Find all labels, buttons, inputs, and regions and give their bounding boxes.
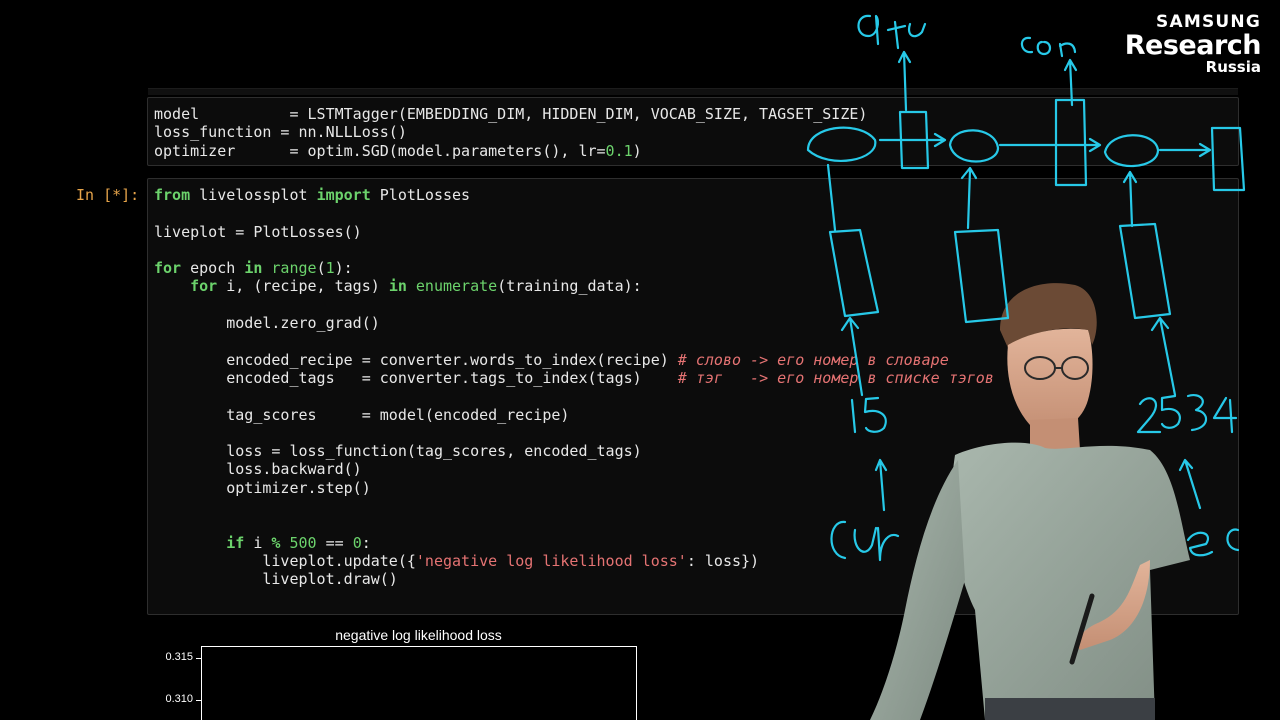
code-line: for epoch in range(1):: [154, 259, 353, 277]
code-comment: # тэг -> его номер в списке тэгов: [677, 368, 994, 387]
code-keyword: if: [226, 533, 245, 552]
code-line: encoded_recipe = converter.words_to_inde…: [154, 351, 949, 369]
y-tick-mark: [196, 658, 201, 659]
code-token: loss = loss_function(tag_scores, encoded…: [154, 442, 642, 461]
code-line: optimizer = optim.SGD(model.parameters()…: [154, 142, 642, 160]
code-line: liveplot = PlotLosses(): [154, 223, 362, 241]
code-line: model = LSTMTagger(EMBEDDING_DIM, HIDDEN…: [154, 105, 867, 123]
code-lines: model = LSTMTagger(EMBEDDING_DIM, HIDDEN…: [154, 105, 867, 160]
code-keyword: import: [316, 186, 371, 204]
chart-plot-area: [201, 646, 637, 720]
code-token: liveplot.update({: [154, 551, 416, 570]
previous-cell-edge: [148, 88, 1238, 95]
code-keyword: for: [154, 259, 182, 278]
code-comment: # слово -> его номер в словаре: [677, 350, 949, 369]
code-token: ):: [334, 259, 353, 278]
code-token: encoded_recipe = converter.words_to_inde…: [154, 350, 678, 369]
code-line: liveplot.update({'negative log likelihoo…: [154, 552, 759, 570]
code-token: ==: [316, 533, 353, 552]
code-cell-training-loop[interactable]: from livelossplot import PlotLosses live…: [147, 178, 1239, 615]
y-tick-mark: [196, 700, 201, 701]
code-keyword: from: [154, 186, 191, 204]
code-token: model = LSTMTagger(EMBEDDING_DIM, HIDDEN…: [154, 105, 868, 123]
code-line: encoded_tags = converter.tags_to_index(t…: [154, 369, 994, 387]
code-line: loss_function = nn.NLLLoss(): [154, 123, 407, 141]
code-token: i, (recipe, tags): [217, 277, 389, 296]
code-line: if i % 500 == 0:: [154, 534, 371, 552]
code-token: optimizer.step(): [154, 478, 371, 497]
code-token: :: [361, 533, 371, 552]
code-token: loss.backward(): [154, 460, 362, 479]
code-line: optimizer.step(): [154, 479, 371, 497]
code-lines: from livelossplot import PlotLosses live…: [154, 186, 994, 589]
code-keyword: in: [388, 277, 407, 296]
code-token: tag_scores = model(encoded_recipe): [154, 405, 570, 424]
code-token: liveplot = PlotLosses(): [154, 222, 362, 241]
code-line: from livelossplot import PlotLosses: [154, 186, 470, 204]
code-token: epoch: [181, 259, 245, 278]
code-line: for i, (recipe, tags) in enumerate(train…: [154, 277, 642, 295]
chart-title: negative log likelihood loss: [335, 627, 502, 643]
code-line: liveplot.draw(): [154, 570, 398, 589]
code-literal: 0.1: [605, 141, 633, 160]
code-string: 'negative log likelihood loss': [415, 551, 687, 570]
y-tick-label: 0.310: [165, 693, 193, 705]
code-literal: enumerate: [415, 277, 498, 296]
code-token: optimizer = optim.SGD(model.parameters()…: [154, 141, 606, 160]
code-keyword: for: [190, 277, 218, 296]
code-literal: 500: [289, 533, 317, 552]
code-token: i: [244, 533, 272, 552]
cell-execution-prompt: In [*]:: [76, 186, 140, 204]
code-token: ): [632, 141, 642, 160]
code-line: loss = loss_function(tag_scores, encoded…: [154, 442, 642, 461]
video-frame: model = LSTMTagger(EMBEDDING_DIM, HIDDEN…: [0, 0, 1280, 720]
code-token: (training_data):: [497, 277, 642, 296]
code-literal: range: [271, 259, 317, 278]
code-token: encoded_tags = converter.tags_to_index(t…: [154, 368, 678, 387]
code-line: loss.backward(): [154, 460, 362, 479]
code-token: liveplot.draw(): [154, 570, 398, 589]
code-token: loss_function = nn.NLLLoss(): [154, 123, 407, 142]
y-tick-label: 0.315: [165, 651, 193, 663]
code-keyword: in: [244, 259, 263, 278]
samsung-research-russia-logo: SAMSUNG Research Russia: [1124, 12, 1262, 76]
code-line: model.zero_grad(): [154, 314, 380, 332]
brand-line-samsung: SAMSUNG: [1156, 12, 1261, 32]
code-literal: 0: [352, 533, 362, 552]
code-token: model.zero_grad(): [154, 314, 380, 333]
code-token: (: [316, 259, 326, 278]
code-token: PlotLosses: [370, 186, 471, 204]
brand-line-research: Research: [1124, 30, 1262, 61]
brand-line-russia: Russia: [1205, 58, 1261, 76]
code-token: : loss}): [686, 551, 760, 570]
code-line: tag_scores = model(encoded_recipe): [154, 406, 569, 424]
code-cell-model-setup[interactable]: model = LSTMTagger(EMBEDDING_DIM, HIDDEN…: [147, 97, 1239, 166]
code-token: livelossplot: [190, 186, 317, 204]
code-literal: 1: [325, 259, 335, 278]
